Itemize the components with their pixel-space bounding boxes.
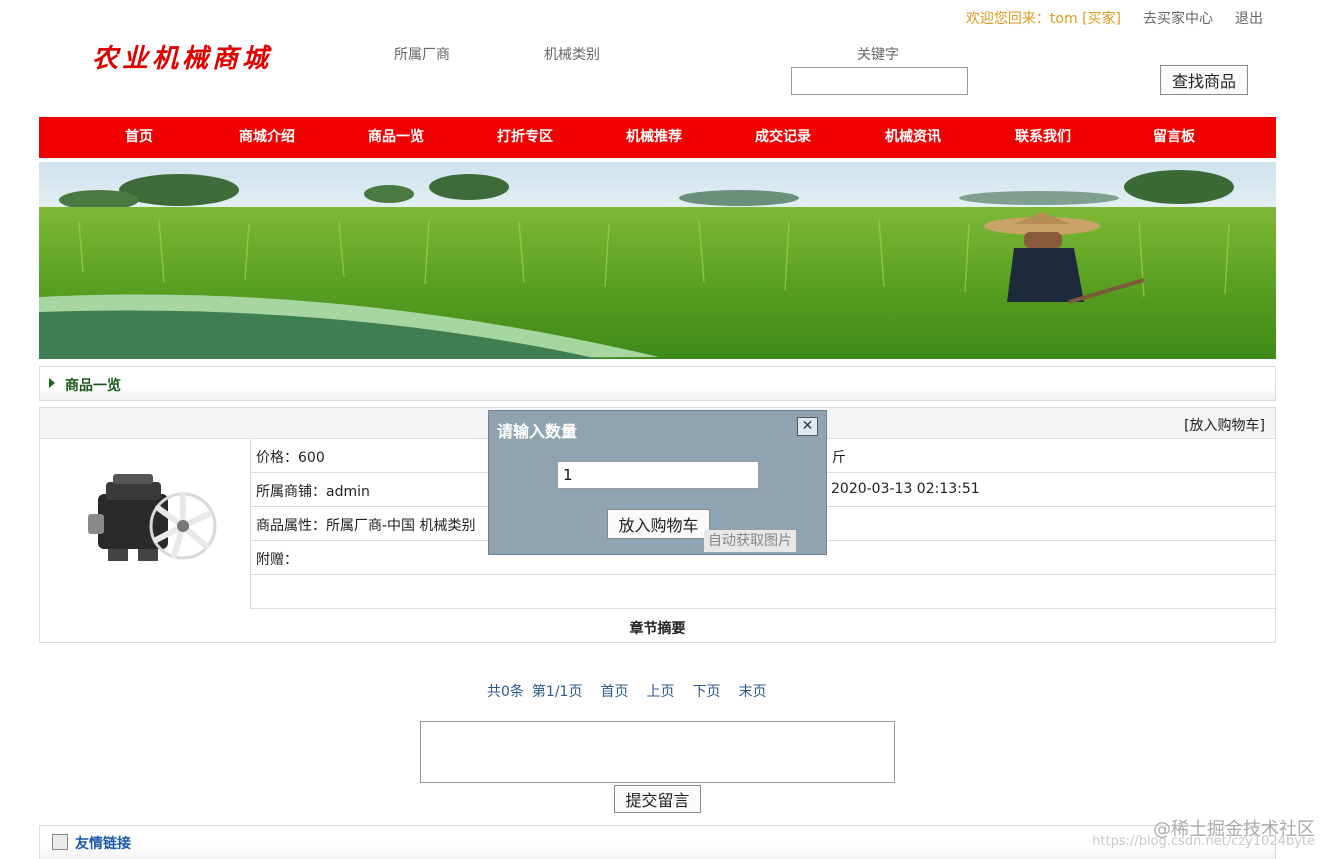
category-select[interactable]: 机械类别 [544,44,600,64]
user-bar: 欢迎您回来：tom [买家] 去买家中心 退出 [966,8,1263,28]
pagination: 共0条 第1/1页 首页 上页 下页 末页 [487,681,766,701]
nav-recommend[interactable]: 机械推荐 [626,126,682,146]
add-to-cart-button[interactable]: 放入购物车 [607,509,710,539]
pager-total: 共0条 [487,684,524,700]
engine-image[interactable] [78,464,218,584]
date-text: 2020-03-13 02:13:51 [831,481,980,497]
friend-links-title: 友情链接 [75,836,131,852]
buyer-center-link[interactable]: 去买家中心 [1143,8,1213,28]
keyword-input[interactable] [791,67,968,95]
quantity-dialog: 请输入数量 ✕ 1 放入购物车 自动获取图片 [488,410,827,555]
chapter-summary: 章节摘要 [629,621,686,637]
nav-about[interactable]: 商城介绍 [239,126,295,146]
nav-discount[interactable]: 打折专区 [497,126,553,146]
pager-first[interactable]: 首页 [600,681,628,701]
logout-link[interactable]: 退出 [1235,8,1263,28]
friend-links-bar: 友情链接 [39,825,1276,859]
comment-textarea[interactable] [420,721,895,783]
keyword-label: 关键字 [857,47,899,63]
section-header: 商品一览 [39,366,1276,401]
pager-next[interactable]: 下页 [692,681,720,701]
price-extra-text: 斤 [832,450,846,466]
add-to-cart-link[interactable]: [放入购物车] [1184,415,1265,435]
welcome-text: 欢迎您回来：tom [买家] [965,11,1121,27]
nav-news[interactable]: 机械资讯 [885,126,941,146]
pager-prev[interactable]: 上页 [646,681,674,701]
close-icon[interactable]: ✕ [797,417,818,436]
quantity-input[interactable]: 1 [557,461,759,489]
submit-comment-button[interactable]: 提交留言 [614,785,701,813]
watermark-url: https://blog.csdn.net/czy1024byte [1092,834,1315,849]
nav-guestbook[interactable]: 留言板 [1153,126,1195,146]
gift-text: 附赠： [256,552,298,568]
pager-last[interactable]: 末页 [738,681,766,701]
triangle-icon [49,378,55,388]
product-image-cell [40,439,251,609]
nav-home[interactable]: 首页 [125,126,153,146]
link-icon [52,834,68,850]
dialog-title: 请输入数量 [497,422,578,441]
banner-image [39,162,1276,359]
search-button[interactable]: 查找商品 [1160,65,1248,95]
site-logo[interactable]: 农业机械商城 [92,38,272,75]
attributes-text: 商品属性：所属厂商-中国 机械类别 [256,518,476,534]
auto-fetch-image-tag: 自动获取图片 [704,530,796,552]
shop-text: 所属商铺：admin [256,484,370,500]
pager-current: 第1/1页 [531,684,583,700]
section-title: 商品一览 [65,378,121,394]
nav-products[interactable]: 商品一览 [368,126,424,146]
main-nav: 首页 商城介绍 商品一览 打折专区 机械推荐 成交记录 机械资讯 联系我们 留言… [39,117,1276,158]
price-text: 价格：600 [256,450,325,466]
empty-row [251,575,1275,609]
rice-field-illustration [39,162,1276,359]
nav-deals[interactable]: 成交记录 [755,126,811,146]
manufacturer-select[interactable]: 所属厂商 [394,44,450,64]
nav-contact[interactable]: 联系我们 [1015,126,1071,146]
